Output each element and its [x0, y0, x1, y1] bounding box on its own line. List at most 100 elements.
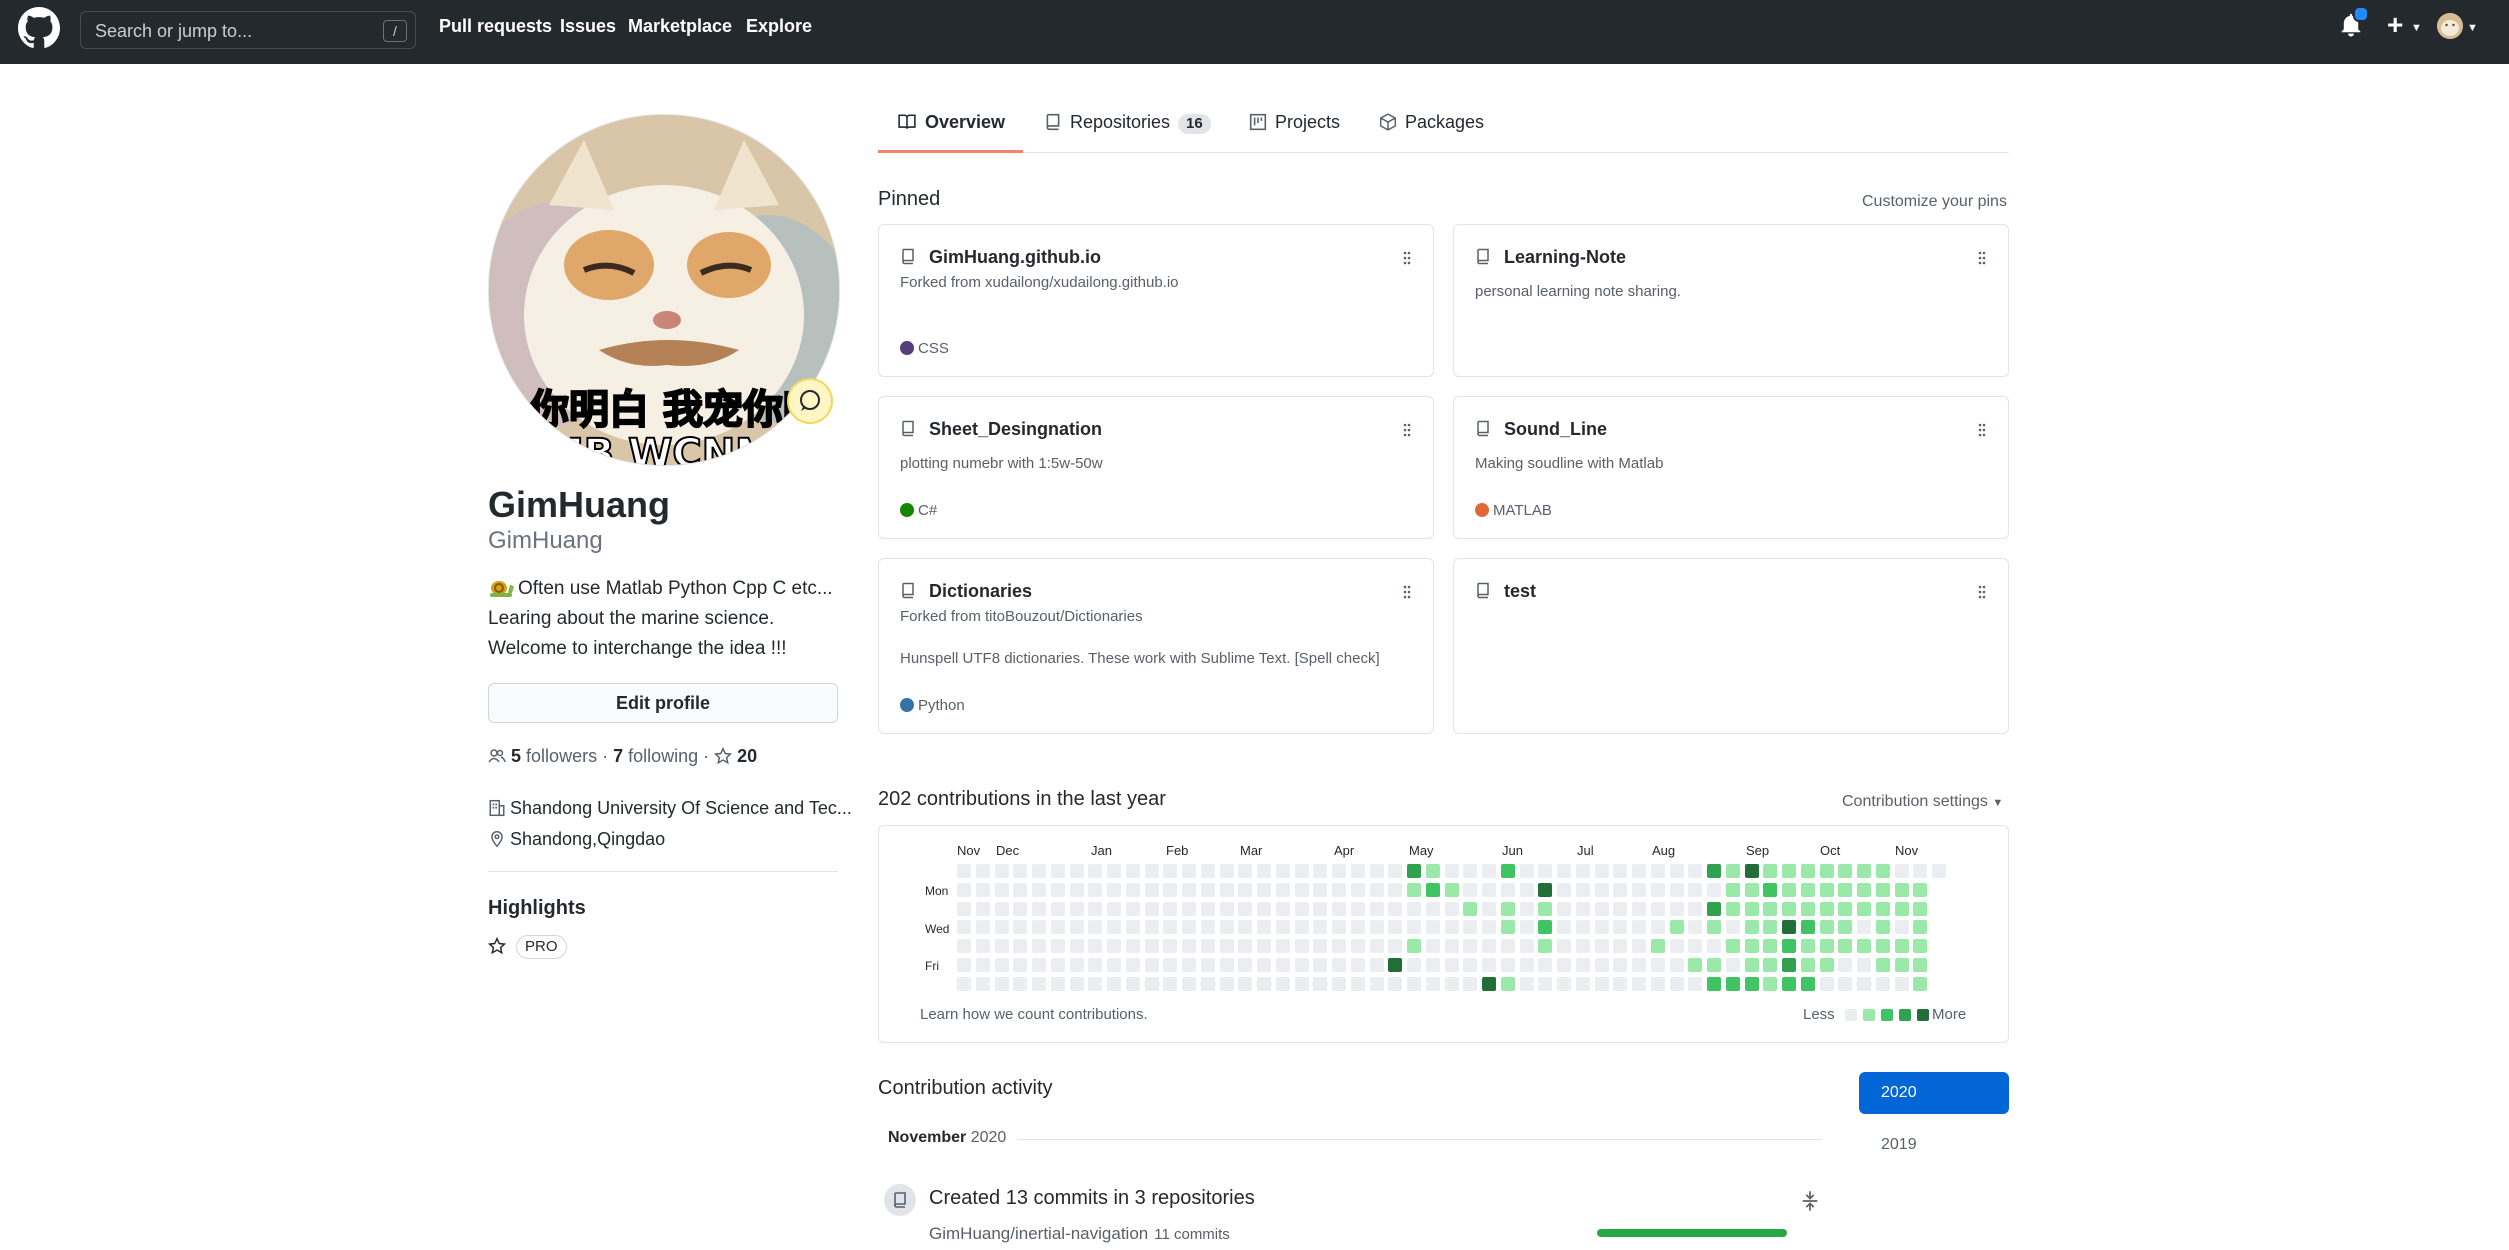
contribution-day-cell[interactable]	[1444, 882, 1459, 897]
contribution-day-cell[interactable]	[1050, 864, 1065, 878]
contribution-day-cell[interactable]	[1875, 976, 1890, 991]
contribution-day-cell[interactable]	[1200, 939, 1215, 953]
contribution-day-cell[interactable]	[994, 957, 1009, 972]
contribution-day-cell[interactable]	[1782, 864, 1796, 878]
contribution-day-cell[interactable]	[975, 976, 990, 991]
contribution-day-cell[interactable]	[1032, 864, 1046, 878]
drag-grip-icon[interactable]	[1978, 422, 1986, 438]
contribution-day-cell[interactable]	[1669, 939, 1684, 953]
contribution-day-cell[interactable]	[1088, 882, 1103, 897]
contribution-day-cell[interactable]	[1388, 920, 1403, 935]
contribution-day-cell[interactable]	[1538, 882, 1553, 897]
contribution-day-cell[interactable]	[1163, 864, 1178, 878]
contribution-day-cell[interactable]	[1463, 957, 1478, 972]
contribution-day-cell[interactable]	[1800, 920, 1815, 935]
learn-contributions-link[interactable]: Learn how we count contributions.	[920, 1006, 1148, 1023]
fold-collapse-icon[interactable]	[1800, 1190, 1820, 1212]
contribution-day-cell[interactable]	[1369, 939, 1384, 953]
contribution-day-cell[interactable]	[1257, 957, 1271, 972]
contribution-day-cell[interactable]	[1200, 957, 1215, 972]
contribution-day-cell[interactable]	[1182, 864, 1196, 878]
contribution-day-cell[interactable]	[1313, 976, 1328, 991]
contribution-day-cell[interactable]	[1350, 976, 1365, 991]
contribution-day-cell[interactable]	[1482, 864, 1496, 878]
contribution-day-cell[interactable]	[1238, 882, 1253, 897]
contribution-day-cell[interactable]	[1388, 957, 1403, 972]
contribution-day-cell[interactable]	[1050, 901, 1065, 916]
contribution-day-cell[interactable]	[1463, 882, 1478, 897]
contribution-day-cell[interactable]	[1519, 957, 1534, 972]
contribution-day-cell[interactable]	[1482, 920, 1496, 935]
contribution-day-cell[interactable]	[1894, 957, 1909, 972]
contribution-day-cell[interactable]	[1913, 864, 1928, 878]
pinned-repo-name[interactable]: GimHuang.github.io	[929, 247, 1101, 268]
contribution-day-cell[interactable]	[1350, 864, 1365, 878]
contribution-day-cell[interactable]	[1257, 864, 1271, 878]
contribution-day-cell[interactable]	[1088, 920, 1103, 935]
contribution-day-cell[interactable]	[1125, 976, 1140, 991]
contribution-day-cell[interactable]	[1200, 901, 1215, 916]
contribution-day-cell[interactable]	[975, 939, 990, 953]
contribution-day-cell[interactable]	[1894, 939, 1909, 953]
nav-pull-requests[interactable]: Pull requests	[439, 16, 552, 37]
contribution-day-cell[interactable]	[1163, 957, 1178, 972]
contribution-day-cell[interactable]	[1538, 976, 1553, 991]
contribution-day-cell[interactable]	[1182, 957, 1196, 972]
contribution-day-cell[interactable]	[1857, 957, 1871, 972]
contribution-day-cell[interactable]	[1125, 920, 1140, 935]
contribution-day-cell[interactable]	[1107, 976, 1121, 991]
contribution-day-cell[interactable]	[1613, 920, 1628, 935]
contribution-day-cell[interactable]	[1332, 920, 1346, 935]
contribution-day-cell[interactable]	[1013, 939, 1028, 953]
contribution-day-cell[interactable]	[1594, 901, 1609, 916]
contribution-day-cell[interactable]	[1744, 901, 1759, 916]
contribution-day-cell[interactable]	[975, 957, 990, 972]
contribution-day-cell[interactable]	[1144, 976, 1159, 991]
contribution-day-cell[interactable]	[1200, 864, 1215, 878]
contribution-day-cell[interactable]	[1294, 901, 1309, 916]
contribution-day-cell[interactable]	[1144, 920, 1159, 935]
contribution-day-cell[interactable]	[1463, 864, 1478, 878]
contribution-day-cell[interactable]	[1257, 976, 1271, 991]
contribution-day-cell[interactable]	[1088, 901, 1103, 916]
contribution-day-cell[interactable]	[1613, 957, 1628, 972]
contribution-day-cell[interactable]	[1744, 976, 1759, 991]
contribution-day-cell[interactable]	[1744, 882, 1759, 897]
contribution-day-cell[interactable]	[1782, 901, 1796, 916]
contribution-day-cell[interactable]	[1819, 920, 1834, 935]
nav-issues[interactable]: Issues	[560, 16, 616, 37]
contribution-day-cell[interactable]	[1500, 864, 1515, 878]
contribution-day-cell[interactable]	[1219, 901, 1234, 916]
contribution-day-cell[interactable]	[1632, 901, 1646, 916]
contribution-day-cell[interactable]	[1838, 901, 1853, 916]
contribution-day-cell[interactable]	[1257, 939, 1271, 953]
contribution-day-cell[interactable]	[1425, 882, 1440, 897]
contribution-day-cell[interactable]	[1913, 957, 1928, 972]
contribution-day-cell[interactable]	[1032, 920, 1046, 935]
contribution-day-cell[interactable]	[1069, 976, 1084, 991]
contribution-day-cell[interactable]	[1744, 957, 1759, 972]
contribution-day-cell[interactable]	[1238, 976, 1253, 991]
contribution-day-cell[interactable]	[1763, 976, 1778, 991]
contribution-day-cell[interactable]	[1838, 976, 1853, 991]
contribution-day-cell[interactable]	[1913, 920, 1928, 935]
contribution-day-cell[interactable]	[1800, 901, 1815, 916]
contribution-day-cell[interactable]	[1632, 882, 1646, 897]
contribution-day-cell[interactable]	[1032, 957, 1046, 972]
contribution-day-cell[interactable]	[1613, 939, 1628, 953]
contribution-day-cell[interactable]	[1594, 976, 1609, 991]
pinned-repo-name[interactable]: Sheet_Desingnation	[929, 419, 1102, 440]
year-2020-button[interactable]: 2020	[1859, 1072, 2009, 1114]
contribution-day-cell[interactable]	[1032, 939, 1046, 953]
contribution-day-cell[interactable]	[1894, 920, 1909, 935]
contribution-day-cell[interactable]	[1519, 939, 1534, 953]
contribution-day-cell[interactable]	[1163, 939, 1178, 953]
contribution-day-cell[interactable]	[1875, 957, 1890, 972]
contribution-day-cell[interactable]	[1313, 864, 1328, 878]
tab-overview[interactable]: Overview	[897, 112, 1005, 133]
contribution-day-cell[interactable]	[1763, 939, 1778, 953]
contribution-day-cell[interactable]	[1013, 976, 1028, 991]
contribution-day-cell[interactable]	[1500, 957, 1515, 972]
contribution-day-cell[interactable]	[1782, 939, 1796, 953]
contribution-day-cell[interactable]	[1275, 882, 1290, 897]
